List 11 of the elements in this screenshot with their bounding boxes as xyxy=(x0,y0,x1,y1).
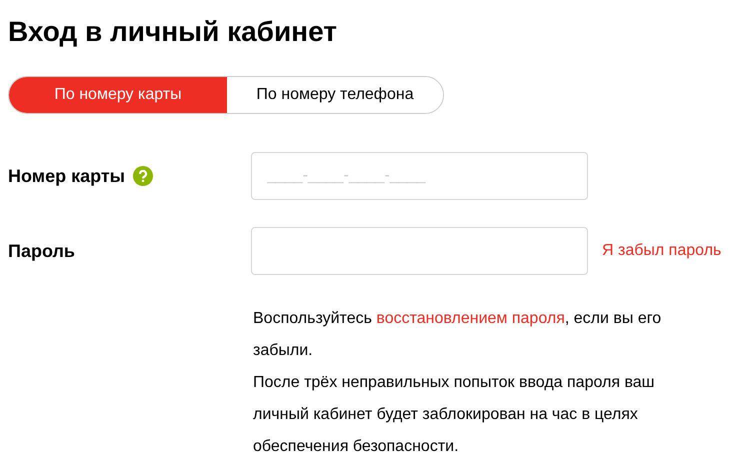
warning-text: После трёх неправильных попыток ввода пароля ваш личный кабинет будет заблокирован на час в целях обеспечения безопасности. xyxy=(253,373,656,457)
field-label: Номер карты xyxy=(8,166,126,186)
password-field[interactable] xyxy=(251,227,588,275)
forgot-password-link[interactable]: Я забыл пароль xyxy=(602,242,722,260)
recovery-text: Воспользуйтесь восстановлением пароля, если вы его забыли. xyxy=(253,309,662,361)
recovery-link[interactable]: восстановлением пароля xyxy=(376,310,565,327)
page-title: Вход в личный кабинет xyxy=(8,15,337,49)
field-label: Пароль xyxy=(8,240,75,262)
card-number-field[interactable]: ____-____-____-____ xyxy=(251,152,588,200)
help-icon[interactable] xyxy=(133,166,154,186)
tab[interactable]: По номеру карты xyxy=(9,77,227,113)
